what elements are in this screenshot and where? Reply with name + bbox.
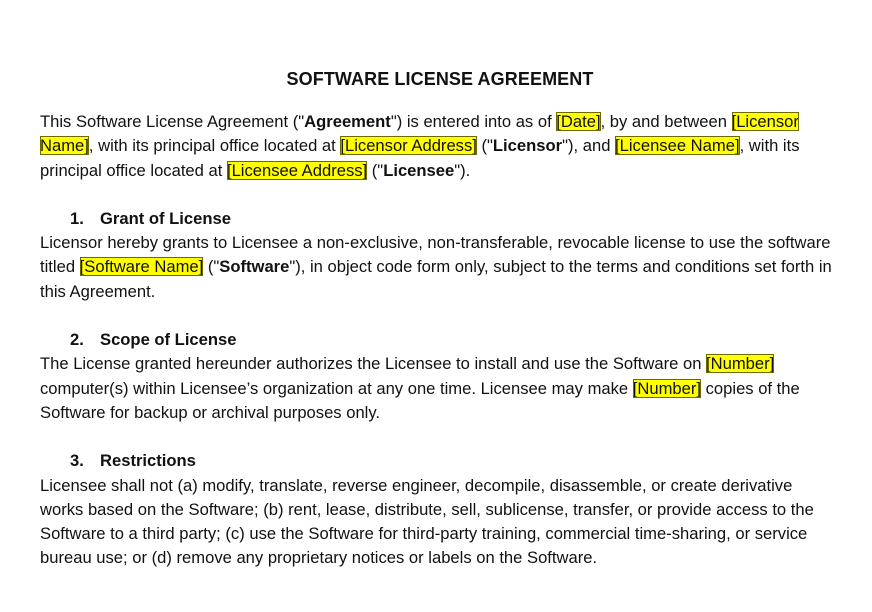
section-heading: 2. Scope of License (70, 328, 840, 352)
section-heading-text: Grant of License (100, 208, 231, 228)
defined-term: Licensor (492, 136, 563, 156)
text-run: Licensee shall not (a) modify, translate… (40, 475, 814, 568)
text-run: (" (476, 136, 493, 156)
text-run: The License granted hereunder authorizes… (40, 354, 707, 374)
section-body: The License granted hereunder authorizes… (40, 352, 840, 425)
text-run: , with its principal office located at (88, 136, 341, 156)
text-run: computer(s) within Licensee’s organizati… (40, 378, 633, 398)
document-page: SOFTWARE LICENSE AGREEMENT This Software… (40, 66, 840, 571)
placeholder-field: [Date] (556, 112, 601, 131)
section-body: Licensor hereby grants to Licensee a non… (40, 231, 840, 304)
document-title: SOFTWARE LICENSE AGREEMENT (286, 69, 594, 89)
section-number: 2. (70, 330, 84, 350)
section-number: 3. (70, 451, 84, 471)
intro-paragraph: This Software License Agreement ("Agreem… (40, 110, 840, 183)
placeholder-field: [Number] (632, 378, 702, 398)
section-body: Licensee shall not (a) modify, translate… (40, 474, 840, 571)
section-heading: 3. Restrictions (70, 449, 840, 473)
text-run: ") is entered into as of (390, 112, 557, 131)
sections-container: 1. Grant of License Licensor hereby grants… (40, 207, 840, 571)
text-run: "), and (562, 136, 616, 156)
section-heading: 1. Grant of License (70, 207, 840, 231)
text-run: (" (367, 160, 384, 180)
placeholder-field: [Licensee Address] (226, 160, 368, 180)
section-heading-text: Restrictions (100, 451, 196, 471)
section-number: 1. (70, 208, 84, 228)
defined-term: Agreement (304, 112, 391, 131)
placeholder-field: [Licensor Address] (340, 136, 477, 156)
placeholder-field: [Number] (706, 354, 775, 374)
text-run: "). (454, 160, 471, 180)
text-run: This Software License Agreement (" (40, 112, 305, 131)
placeholder-field: [Licensee Name] (615, 136, 740, 156)
placeholder-field: [Software Name] (79, 257, 204, 277)
defined-term: Licensee (383, 160, 455, 180)
text-run: , by and between (600, 112, 732, 131)
defined-term: Software (219, 257, 290, 277)
text-run: (" (203, 257, 220, 277)
section-heading-text: Scope of License (100, 330, 237, 350)
